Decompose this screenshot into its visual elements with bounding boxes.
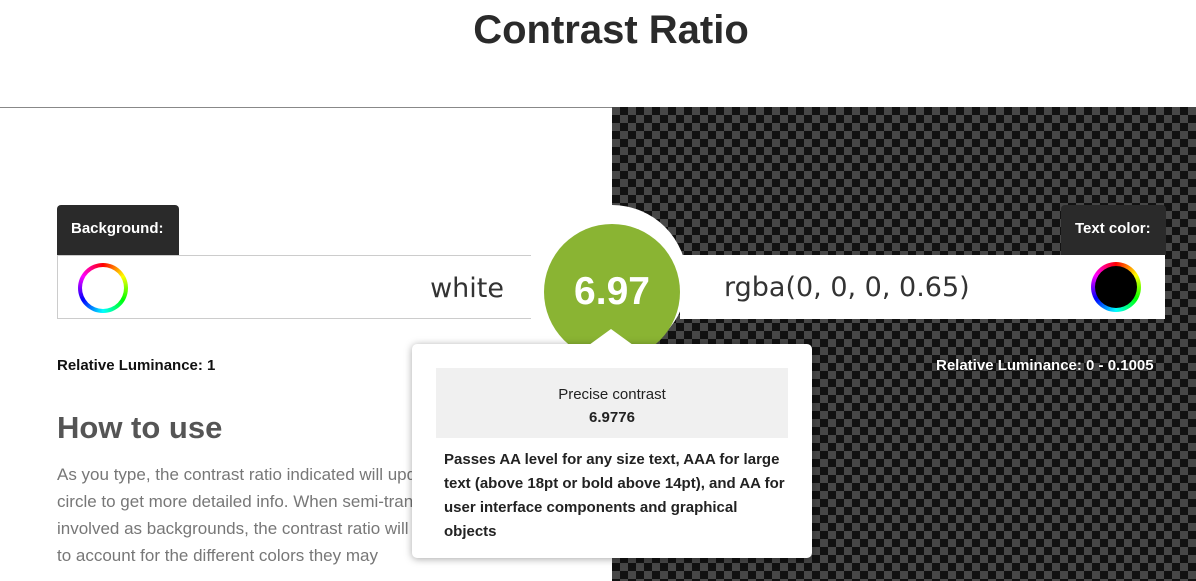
precise-contrast-value: 6.9776 bbox=[589, 409, 635, 426]
text-color-label: Text color: bbox=[1061, 205, 1166, 255]
background-color-picker-icon[interactable] bbox=[78, 263, 128, 313]
background-color-input[interactable] bbox=[138, 256, 506, 320]
how-to-use-heading: How to use bbox=[57, 410, 223, 445]
text-color-input[interactable] bbox=[722, 255, 1046, 319]
background-label: Background: bbox=[57, 205, 179, 255]
contrast-verdict: Passes AA level for any size text, AAA f… bbox=[444, 451, 785, 540]
precise-contrast-label: Precise contrast bbox=[558, 386, 666, 403]
background-relative-luminance: Relative Luminance: 1 bbox=[57, 357, 216, 374]
text-color-field bbox=[680, 255, 1165, 319]
page-title: Contrast Ratio bbox=[473, 8, 749, 52]
tooltip-arrow bbox=[589, 329, 633, 345]
background-field bbox=[57, 255, 531, 320]
contrast-tooltip: Precise contrast 6.9776 Passes AA level … bbox=[412, 344, 812, 558]
text-color-picker-icon[interactable] bbox=[1091, 262, 1141, 312]
header-divider bbox=[0, 107, 612, 108]
precise-contrast-box: Precise contrast 6.9776 bbox=[436, 368, 788, 438]
text-color-relative-luminance: Relative Luminance: 0 - 0.1005 bbox=[936, 357, 1154, 374]
